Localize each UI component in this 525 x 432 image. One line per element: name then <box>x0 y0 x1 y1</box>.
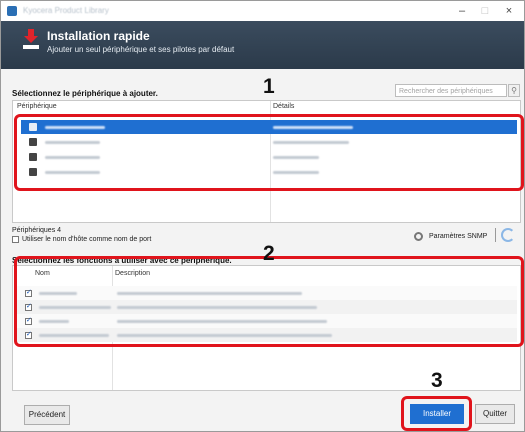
install-download-icon <box>23 29 39 49</box>
header-banner: Installation rapide Ajouter un seul péri… <box>1 21 524 69</box>
minimize-button[interactable]: – <box>451 4 473 18</box>
maximize-button[interactable]: □ <box>474 4 496 18</box>
refresh-icon[interactable] <box>501 228 515 242</box>
back-button[interactable]: Précédent <box>24 405 70 425</box>
banner-title: Installation rapide <box>47 29 150 43</box>
device-search-input[interactable]: Rechercher des périphériques <box>395 84 507 97</box>
callout-number-1: 1 <box>263 75 275 98</box>
app-icon <box>7 6 17 16</box>
hostname-port-checkbox[interactable] <box>12 236 19 243</box>
snmp-settings-link[interactable]: Paramètres SNMP <box>429 233 487 240</box>
callout-box-2 <box>14 256 524 347</box>
hostname-port-label: Utiliser le nom d'hôte comme nom de port <box>22 236 152 243</box>
search-icon[interactable]: ⚲ <box>508 84 520 97</box>
callout-number-2: 2 <box>263 242 275 265</box>
banner-subtitle: Ajouter un seul périphérique et ses pilo… <box>47 45 235 54</box>
title-bar: Kyocera Product Library – □ × <box>1 1 524 21</box>
devices-section-label: Sélectionnez le périphérique à ajouter. <box>12 89 158 98</box>
window-title: Kyocera Product Library <box>23 6 109 15</box>
column-header-details[interactable]: Détails <box>273 103 294 110</box>
callout-number-3: 3 <box>431 369 443 392</box>
snmp-settings-icon[interactable] <box>414 232 423 241</box>
callout-box-1 <box>14 114 524 191</box>
column-header-device[interactable]: Périphérique <box>17 103 57 110</box>
callout-box-3 <box>401 396 472 431</box>
close-button[interactable]: × <box>498 4 520 18</box>
device-count: Périphériques 4 <box>12 227 62 234</box>
installer-window: Kyocera Product Library – □ × Installati… <box>0 0 525 432</box>
quit-button[interactable]: Quitter <box>475 404 515 424</box>
